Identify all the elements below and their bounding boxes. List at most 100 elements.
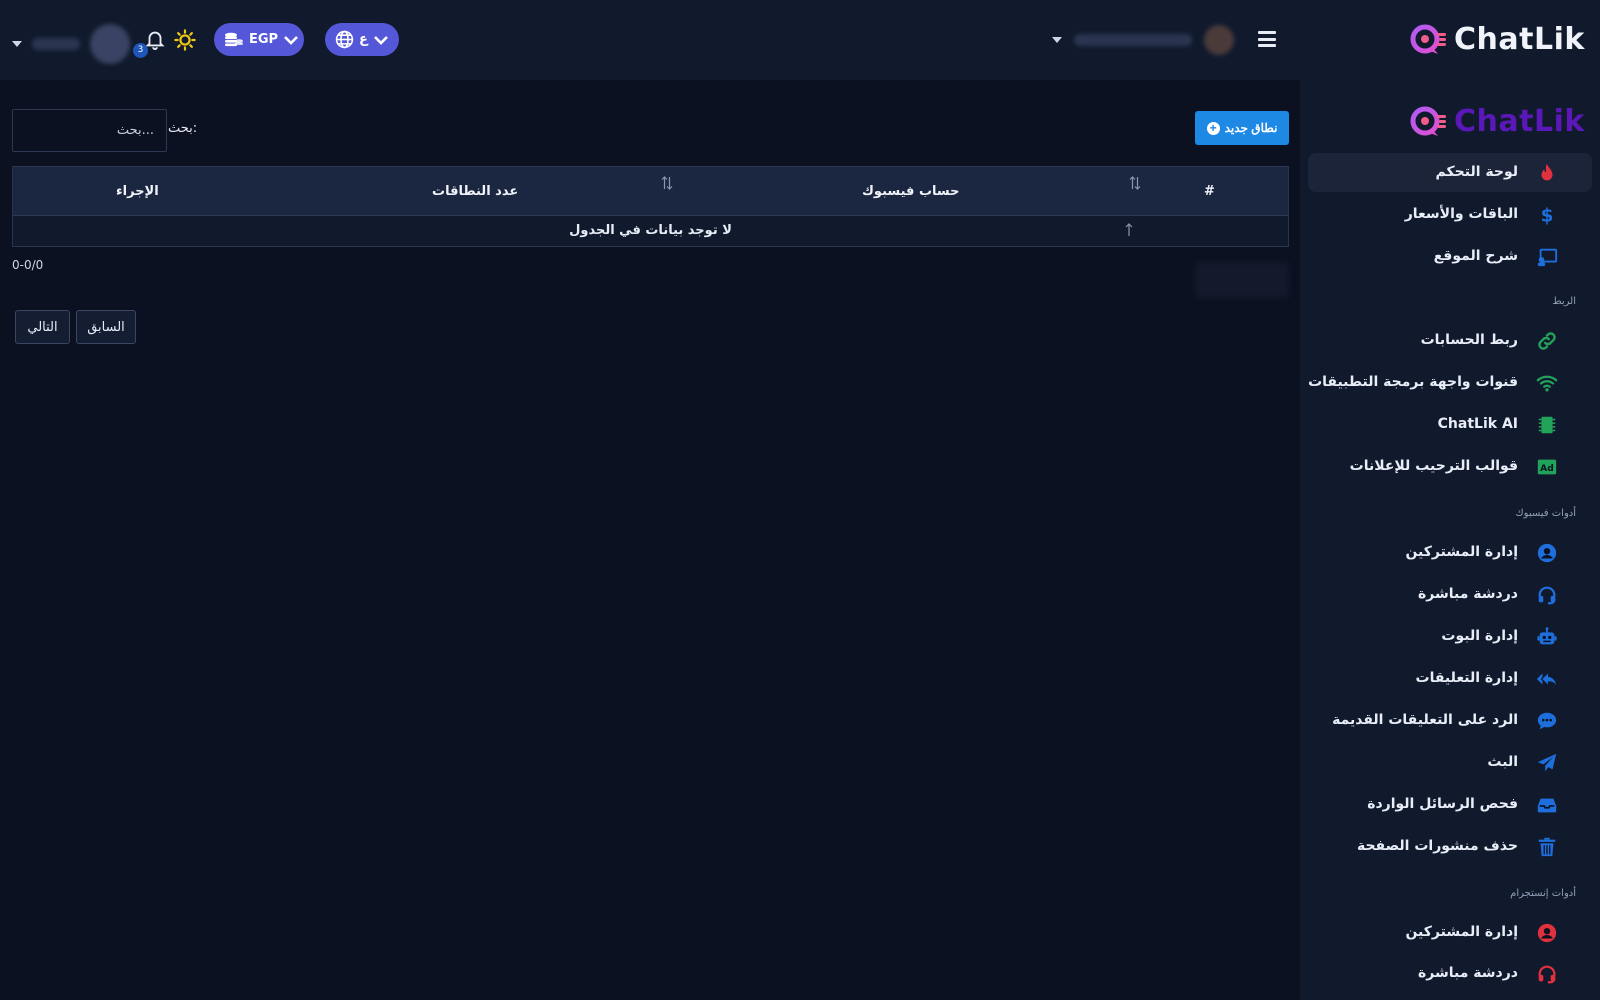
- next-page-button[interactable]: التالي: [15, 310, 70, 344]
- chevron-down-icon: [284, 35, 299, 45]
- currency-label: EGP: [249, 32, 279, 47]
- user-name-blurred: [32, 38, 80, 50]
- account-avatar[interactable]: [1204, 25, 1234, 55]
- column-header-domain-count[interactable]: عدد النطاقات: [432, 167, 518, 216]
- inbox-icon: [1537, 798, 1557, 813]
- sort-icon[interactable]: [1129, 175, 1141, 191]
- user-circle-icon: [1537, 543, 1557, 563]
- sidebar-item-api-channels[interactable]: قنوات واجهة برمجة التطبيقات: [1308, 363, 1592, 402]
- brand-name: ChatLik: [1454, 22, 1585, 57]
- sidebar-item-fb-old-comments[interactable]: الرد على التعليقات القديمة: [1308, 701, 1592, 740]
- sidebar-item-fb-inbox-check[interactable]: فحص الرسائل الواردة: [1308, 785, 1592, 824]
- sidebar-item-dashboard[interactable]: لوحة التحكم: [1308, 153, 1592, 192]
- chevron-down-icon: [373, 35, 388, 45]
- new-domain-button[interactable]: + نطاق جديد: [1195, 111, 1289, 145]
- column-header-action: الإجراء: [116, 184, 159, 199]
- sidebar-item-label: قنوات واجهة برمجة التطبيقات: [1308, 374, 1518, 390]
- sidebar-item-label: البث: [1487, 754, 1518, 770]
- sidebar-item-label: فحص الرسائل الواردة: [1367, 796, 1518, 812]
- sidebar-section-link: الربط: [1552, 296, 1576, 307]
- user-circle-icon: [1537, 923, 1557, 943]
- sidebar-section-instagram: أدوات إنستجرام: [1510, 888, 1576, 899]
- notification-badge: 3: [133, 43, 148, 58]
- sidebar-section-facebook: أدوات فيسبوك: [1515, 508, 1576, 519]
- sidebar-item-label: ChatLik AI: [1437, 416, 1518, 432]
- language-selector[interactable]: ع: [325, 23, 399, 56]
- sidebar-item-label: ربط الحسابات: [1420, 332, 1518, 348]
- sidebar-item-label: الرد على التعليقات القديمة: [1332, 712, 1518, 728]
- sidebar-item-pricing[interactable]: الباقات والأسعار $: [1308, 195, 1592, 234]
- sidebar-item-ig-live-chat[interactable]: دردشة مباشرة: [1308, 954, 1592, 993]
- sort-icon[interactable]: [661, 175, 673, 191]
- dollar-icon: $: [1541, 205, 1554, 226]
- sidebar-brand-logo[interactable]: ChatLik: [1410, 104, 1585, 139]
- sidebar-item-label: دردشة مباشرة: [1418, 965, 1518, 981]
- link-icon: [1538, 332, 1556, 350]
- column-header-facebook-account[interactable]: حساب فيسبوك: [862, 167, 960, 216]
- sidebar-item-ad-templates[interactable]: قوالب الترحيب للإعلانات Ad: [1308, 447, 1592, 486]
- brand-logo[interactable]: ChatLik: [1410, 22, 1585, 57]
- sidebar-item-label: دردشة مباشرة: [1418, 586, 1518, 602]
- table-row: لا توجد بيانات في الجدول: [13, 216, 1288, 246]
- headset-icon: [1538, 965, 1556, 984]
- sidebar-item-fb-subscribers[interactable]: إدارة المشتركين: [1308, 533, 1592, 572]
- brand-name: ChatLik: [1454, 104, 1585, 139]
- chip-icon: [1538, 416, 1556, 434]
- previous-page-button[interactable]: السابق: [76, 310, 136, 344]
- page-account-menu[interactable]: [1052, 25, 1234, 55]
- hamburger-menu-icon[interactable]: [1258, 31, 1276, 47]
- sidebar-item-label: إدارة المشتركين: [1405, 924, 1518, 940]
- user-menu[interactable]: [12, 24, 130, 64]
- top-bar: 3 EGP ع ChatLik: [0, 0, 1600, 80]
- sidebar-item-label: قوالب الترحيب للإعلانات: [1349, 458, 1518, 474]
- robot-icon: [1537, 627, 1557, 645]
- chat-bubble-logo-icon: [1410, 106, 1446, 136]
- page-length-selector-blurred[interactable]: [1195, 262, 1289, 298]
- search-input[interactable]: [12, 109, 167, 152]
- domains-table: # حساب فيسبوك عدد النطاقات الإجراء لا تو…: [12, 166, 1289, 247]
- svg-text:$: $: [1541, 205, 1554, 226]
- caret-down-icon[interactable]: [1052, 37, 1062, 43]
- table-header: # حساب فيسبوك عدد النطاقات الإجراء: [13, 167, 1288, 216]
- sidebar-item-label: الباقات والأسعار: [1404, 206, 1518, 222]
- sidebar-item-site-guide[interactable]: شرح الموقع: [1308, 237, 1592, 276]
- pagination-info: 0-0/0: [12, 258, 44, 272]
- sidebar-item-fb-delete-posts[interactable]: حذف منشورات الصفحة: [1308, 827, 1592, 866]
- sidebar-item-chatlik-ai[interactable]: ChatLik AI: [1308, 405, 1592, 444]
- empty-table-message: لا توجد بيانات في الجدول: [569, 223, 732, 238]
- new-domain-label: نطاق جديد: [1224, 121, 1278, 135]
- sidebar-item-link-accounts[interactable]: ربط الحسابات: [1308, 321, 1592, 360]
- sidebar-item-fb-live-chat[interactable]: دردشة مباشرة: [1308, 575, 1592, 614]
- globe-icon: [335, 30, 354, 49]
- sidebar-item-label: لوحة التحكم: [1435, 164, 1518, 180]
- sidebar: ChatLik لوحة التحكم الباقات والأسعار $ ش…: [1300, 80, 1600, 1000]
- currency-selector[interactable]: EGP: [214, 23, 304, 56]
- plus-circle-icon: +: [1206, 121, 1220, 135]
- chat-bubble-logo-icon: [1410, 24, 1446, 54]
- svg-text:Ad: Ad: [1540, 463, 1554, 474]
- column-header-index[interactable]: #: [1204, 167, 1215, 216]
- headset-icon: [1538, 586, 1556, 605]
- language-label: ع: [359, 32, 368, 47]
- search-label: بحث:: [168, 121, 198, 136]
- sidebar-item-fb-broadcast[interactable]: البث: [1308, 743, 1592, 782]
- sidebar-item-label: إدارة البوت: [1441, 628, 1518, 644]
- sidebar-item-fb-bot[interactable]: إدارة البوت: [1308, 617, 1592, 656]
- sidebar-item-label: شرح الموقع: [1433, 248, 1518, 264]
- reply-all-icon: [1536, 673, 1557, 685]
- sidebar-item-ig-subscribers[interactable]: إدارة المشتركين: [1308, 913, 1592, 952]
- sidebar-item-label: حذف منشورات الصفحة: [1356, 838, 1518, 854]
- coins-icon: [225, 32, 243, 46]
- fire-icon: [1541, 163, 1553, 181]
- sidebar-item-label: إدارة التعليقات: [1415, 670, 1518, 686]
- caret-down-icon[interactable]: [12, 41, 22, 47]
- paper-plane-icon: [1537, 753, 1557, 772]
- presentation-icon: [1537, 248, 1558, 267]
- account-name-blurred: [1074, 34, 1192, 46]
- trash-icon: [1538, 837, 1556, 857]
- wifi-icon: [1536, 375, 1558, 392]
- sidebar-item-fb-comments[interactable]: إدارة التعليقات: [1308, 659, 1592, 698]
- sidebar-item-label: إدارة المشتركين: [1405, 544, 1518, 560]
- avatar[interactable]: [90, 24, 130, 64]
- sun-icon[interactable]: [174, 29, 196, 51]
